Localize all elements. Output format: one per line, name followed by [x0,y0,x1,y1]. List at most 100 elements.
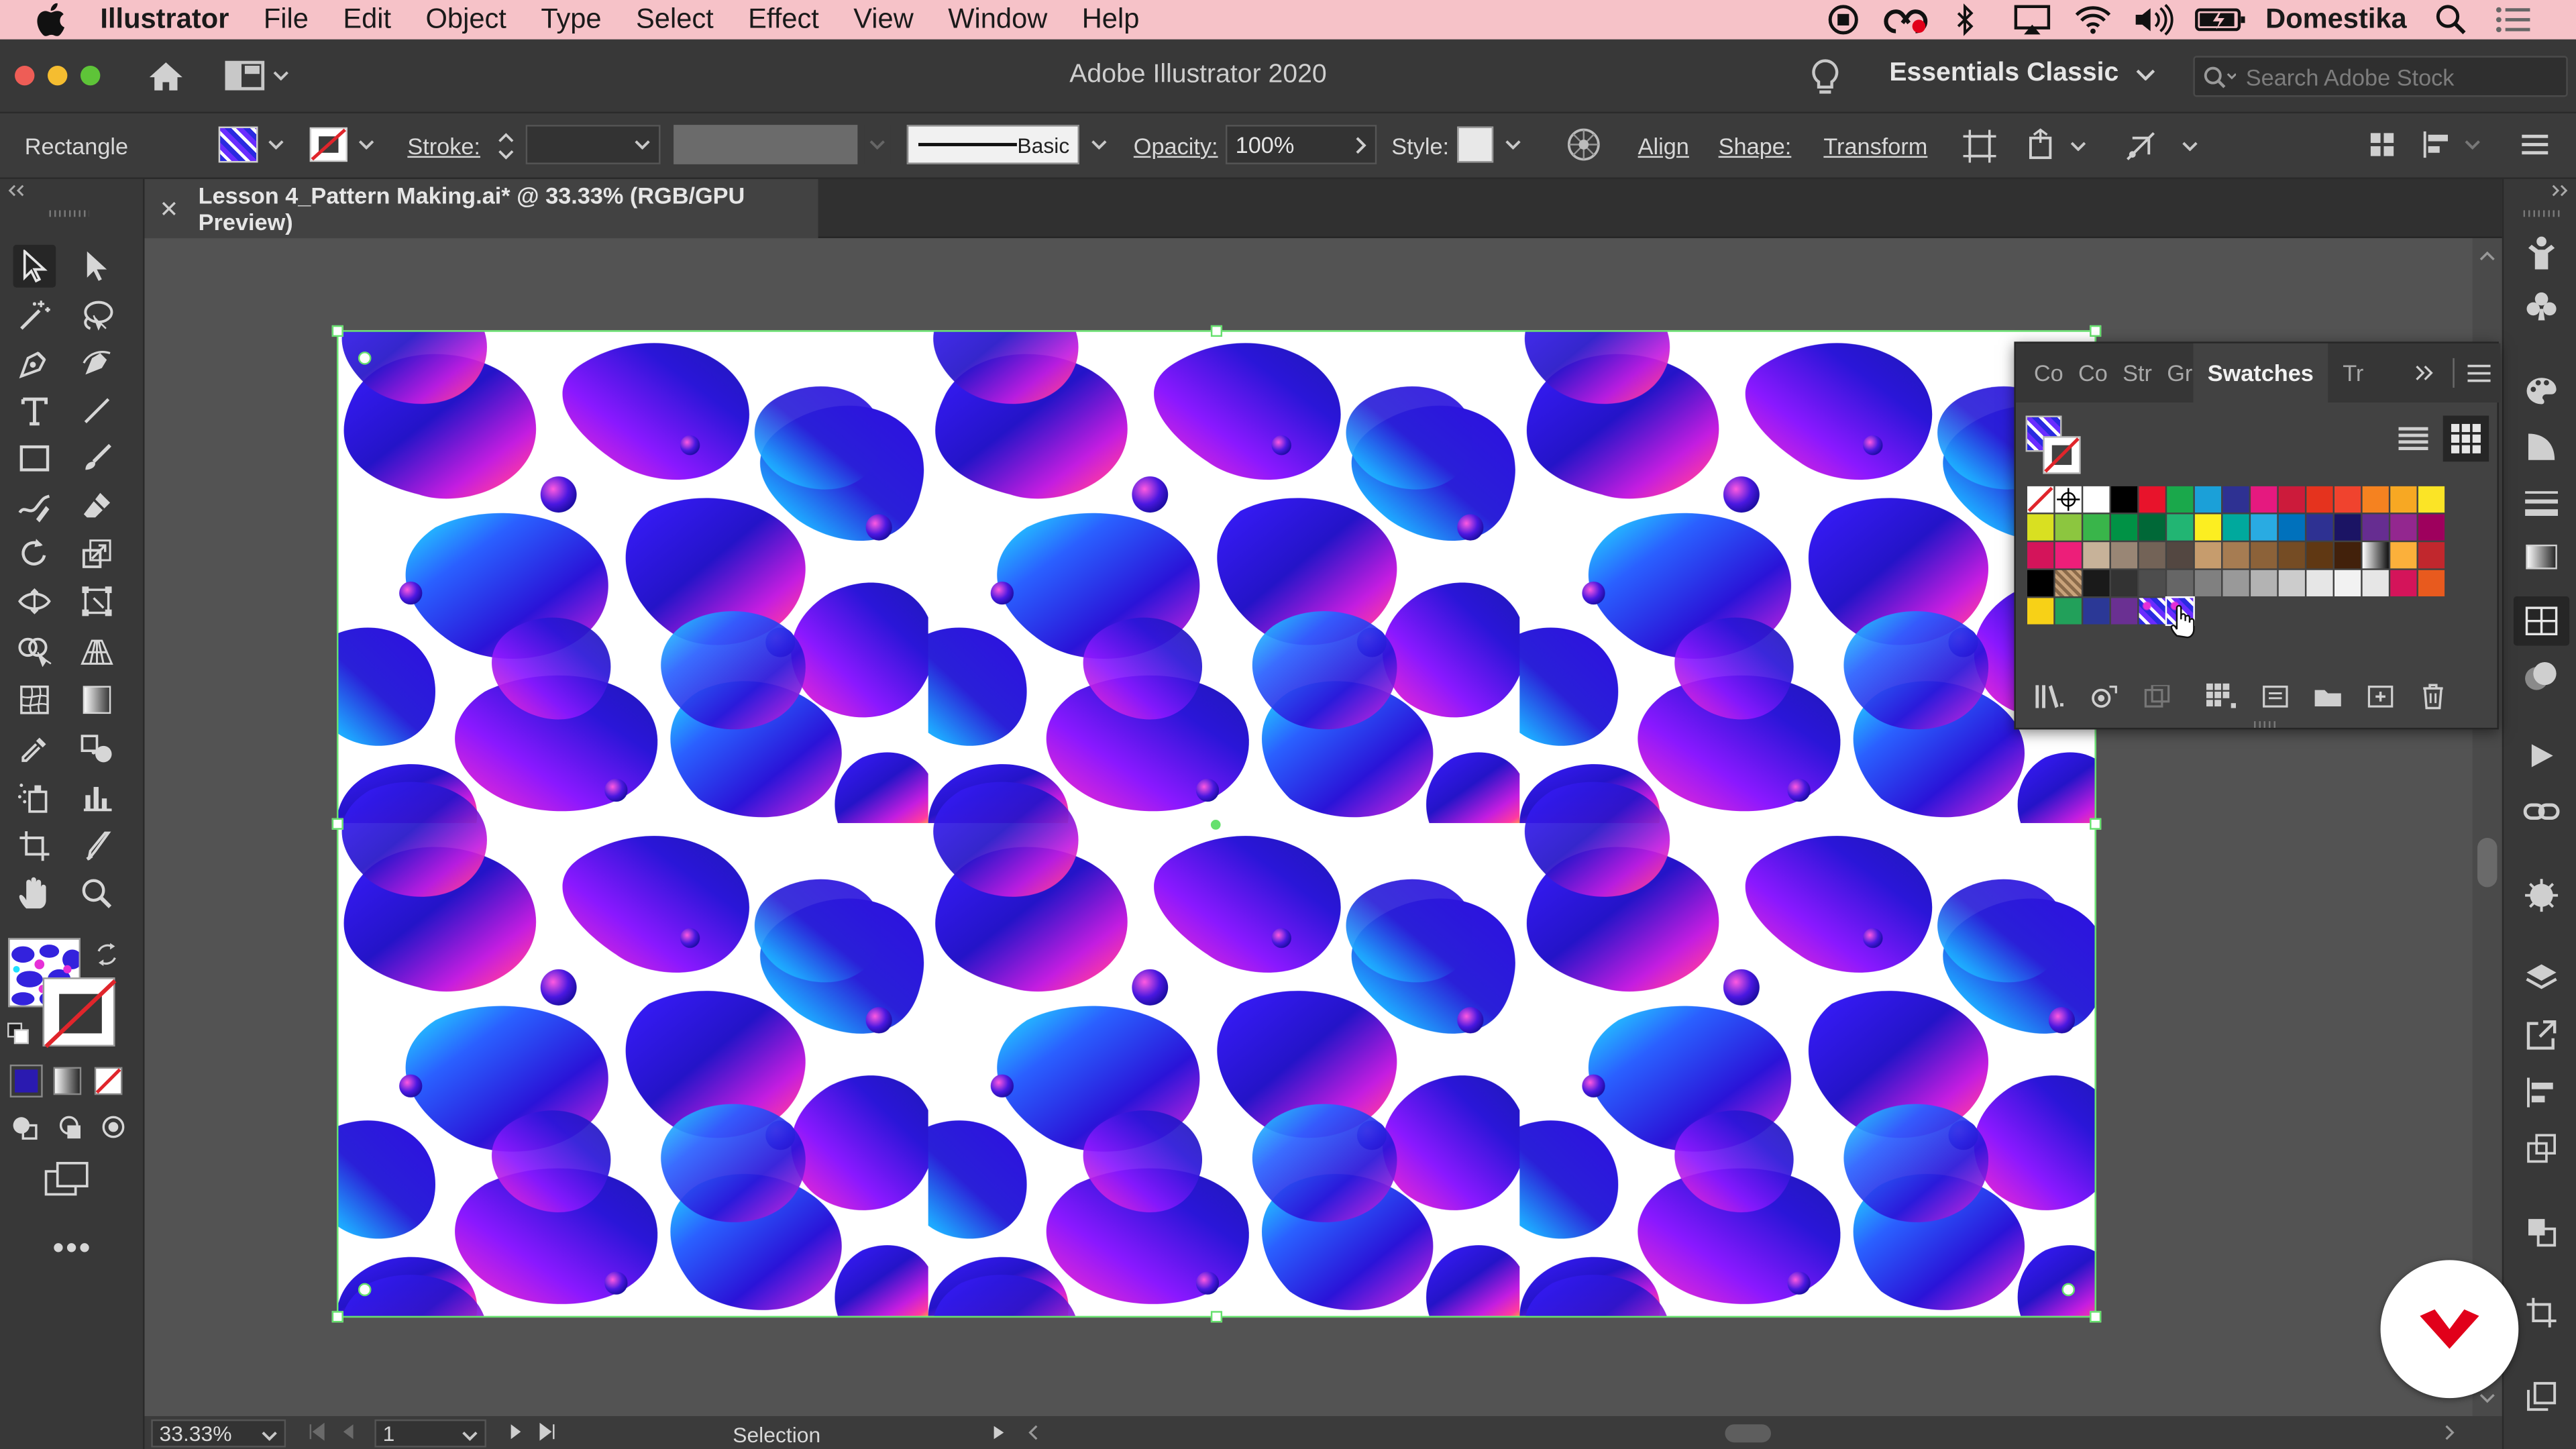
swatch[interactable] [2334,486,2361,513]
swatch[interactable] [2055,542,2082,569]
color-guide-panel-icon[interactable] [2524,373,2560,409]
swatch[interactable] [2167,542,2194,569]
swatch[interactable] [2083,486,2110,513]
close-window-button[interactable] [15,65,35,86]
stroke-color-box[interactable] [42,977,117,1049]
swatch[interactable] [2083,598,2110,625]
variable-width-dropdown[interactable] [864,125,891,164]
swatch-libraries-icon[interactable] [2035,685,2065,708]
curvature-tool-icon[interactable] [76,341,119,384]
menu-window[interactable]: Window [948,3,1047,36]
panel-resize-grip[interactable] [2254,721,2277,728]
swatch[interactable] [2390,542,2417,569]
eraser-tool-icon[interactable] [76,484,119,527]
artboard-number-input[interactable]: 1 [374,1419,486,1448]
zoom-window-button[interactable] [80,65,101,86]
registration-swatch[interactable] [2055,486,2082,513]
horizontal-scroll-thumb[interactable] [1725,1424,1771,1443]
puppet-panel-icon[interactable] [2524,233,2560,270]
swatch[interactable] [2110,542,2138,569]
swatch[interactable] [2083,570,2110,596]
gradient-mode-button[interactable] [51,1065,84,1097]
swatch[interactable] [2139,514,2165,541]
swatch[interactable] [2083,542,2110,569]
zoom-tool-icon[interactable] [76,872,119,915]
tab-color[interactable]: Co [2034,360,2063,386]
swatch[interactable] [2334,514,2361,541]
next-artboard-icon[interactable] [509,1423,523,1441]
type-tool-icon[interactable] [13,389,56,432]
swatch[interactable] [2194,486,2222,513]
airplay-icon[interactable] [2012,0,2052,40]
workspace-switcher[interactable]: Essentials Classic [1889,59,2155,89]
magic-wand-tool-icon[interactable] [13,294,56,337]
new-color-group-grid-icon[interactable] [2206,683,2237,710]
swatch[interactable] [2194,514,2222,541]
align-panel-icon[interactable] [2524,1075,2560,1111]
paintbrush-tool-icon[interactable] [76,437,119,480]
menubar-user-name[interactable]: Domestika [2265,0,2407,40]
actions-panel-icon[interactable] [2524,738,2560,774]
free-transform-tool-icon[interactable] [76,580,119,623]
change-screen-mode-icon[interactable] [44,1161,91,1197]
panel-stroke-preview[interactable] [2042,435,2082,475]
selection-tool-icon[interactable] [13,244,56,288]
mesh-tool-icon[interactable] [13,678,56,721]
adobe-stock-search-input[interactable]: Search Adobe Stock [2193,56,2568,97]
rectangle-tool-icon[interactable] [13,437,56,480]
menu-view[interactable]: View [853,3,914,36]
slice-tool-icon[interactable] [76,824,119,867]
previous-artboard-icon[interactable] [341,1423,355,1441]
swatch[interactable] [2083,514,2110,541]
arrange-options-button[interactable] [2024,128,2086,164]
gradient-swatch[interactable] [2362,542,2389,569]
swatch[interactable] [2167,514,2194,541]
swatch[interactable] [2222,570,2249,596]
swatch[interactable] [2390,514,2417,541]
color-mode-button[interactable] [9,1064,43,1097]
swatch[interactable] [2110,486,2138,513]
menu-type[interactable]: Type [541,3,601,36]
creative-cloud-icon[interactable] [1883,0,1929,40]
pattern-swatch[interactable] [2055,570,2082,596]
artboard-pattern[interactable] [337,330,2096,1318]
swatch[interactable] [2222,514,2249,541]
puppet-warp-button[interactable] [2123,128,2198,164]
swatch[interactable] [2362,514,2389,541]
gradient-panel-icon[interactable] [2524,539,2560,575]
gradient-tool-icon[interactable] [76,678,119,721]
swatch[interactable] [2418,486,2445,513]
zoom-level-input[interactable]: 33.33% [151,1419,286,1448]
swatch[interactable] [2222,486,2249,513]
swatch[interactable] [2110,598,2138,625]
layers-panel-icon[interactable] [2524,959,2560,996]
menu-edit[interactable]: Edit [343,3,391,36]
width-tool-icon[interactable] [13,580,56,623]
wifi-icon[interactable] [2074,0,2113,40]
list-view-icon[interactable] [2398,425,2428,451]
menu-effect[interactable]: Effect [748,3,819,36]
swatch[interactable] [2334,542,2361,569]
swatch[interactable] [2362,486,2389,513]
symbol-sprayer-tool-icon[interactable] [13,775,56,818]
swatch[interactable] [2306,570,2333,596]
swatch[interactable] [2251,514,2277,541]
delete-swatch-icon[interactable] [2422,684,2445,710]
blob-pattern-swatch[interactable] [2139,598,2165,625]
swatch[interactable] [2362,570,2389,596]
export-panel-icon[interactable] [2524,1017,2560,1053]
swatch[interactable] [2390,486,2417,513]
transform-panel-icon[interactable] [2524,1130,2560,1167]
swatch[interactable] [2167,570,2194,596]
links-panel-icon[interactable] [2523,794,2560,830]
brush-definition-dropdown[interactable]: Basic [906,125,1079,164]
line-segment-tool-icon[interactable] [76,389,119,432]
draw-inside-icon[interactable] [99,1112,128,1142]
pathfinder-panel-icon[interactable] [2524,877,2560,914]
none-swatch[interactable] [2027,486,2054,513]
swatch[interactable] [2278,514,2305,541]
transform-panel-link[interactable]: Transform [1823,133,1927,159]
dock-grip[interactable] [2523,210,2563,217]
swatch[interactable] [2334,570,2361,596]
battery-icon[interactable] [2195,0,2247,40]
